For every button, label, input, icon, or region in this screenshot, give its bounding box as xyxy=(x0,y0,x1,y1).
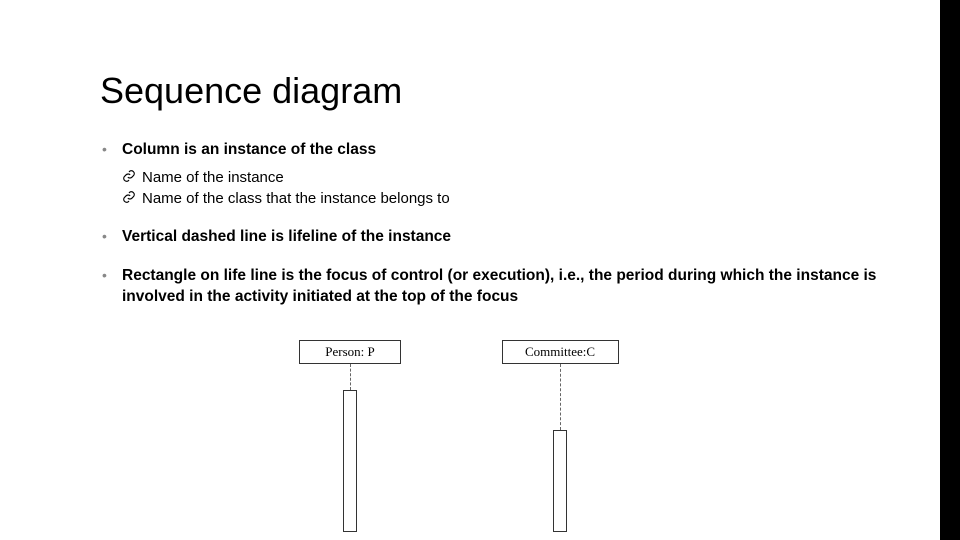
bullet-2: Vertical dashed line is lifeline of the … xyxy=(100,227,890,248)
bullet-3-text: Rectangle on life line is the focus of c… xyxy=(122,267,876,305)
focus-rect-person xyxy=(343,390,357,532)
slide-content: Sequence diagram Column is an instance o… xyxy=(100,70,890,326)
object-box-committee: Committee:C xyxy=(502,340,619,364)
bullet-2-text: Vertical dashed line is lifeline of the … xyxy=(122,228,451,245)
lifeline-dash-committee xyxy=(560,364,561,430)
bullet-1-sub-1-text: Name of the instance xyxy=(142,169,284,186)
bullet-3: Rectangle on life line is the focus of c… xyxy=(100,266,890,308)
lifeline-committee: Committee:C xyxy=(500,340,620,364)
link-icon xyxy=(122,190,136,204)
bullet-1-sub-1: Name of the instance xyxy=(122,167,890,188)
bullet-1: Column is an instance of the class Name … xyxy=(100,140,890,209)
sequence-diagram: Person: P Committee:C xyxy=(290,340,690,530)
bullet-list: Column is an instance of the class Name … xyxy=(100,140,890,308)
bullet-1-sub-2-text: Name of the class that the instance belo… xyxy=(142,190,450,207)
link-icon xyxy=(122,169,136,183)
lifeline-dash-person xyxy=(350,364,351,390)
object-box-person: Person: P xyxy=(299,340,401,364)
focus-rect-committee xyxy=(553,430,567,532)
slide-title: Sequence diagram xyxy=(100,70,890,112)
bullet-1-sublist: Name of the instance Name of the class t… xyxy=(122,167,890,209)
slide: Sequence diagram Column is an instance o… xyxy=(0,0,960,540)
bullet-1-sub-2: Name of the class that the instance belo… xyxy=(122,188,890,209)
lifeline-person: Person: P xyxy=(290,340,410,364)
slide-sidebar-accent xyxy=(940,0,960,540)
bullet-1-text: Column is an instance of the class xyxy=(122,141,376,158)
